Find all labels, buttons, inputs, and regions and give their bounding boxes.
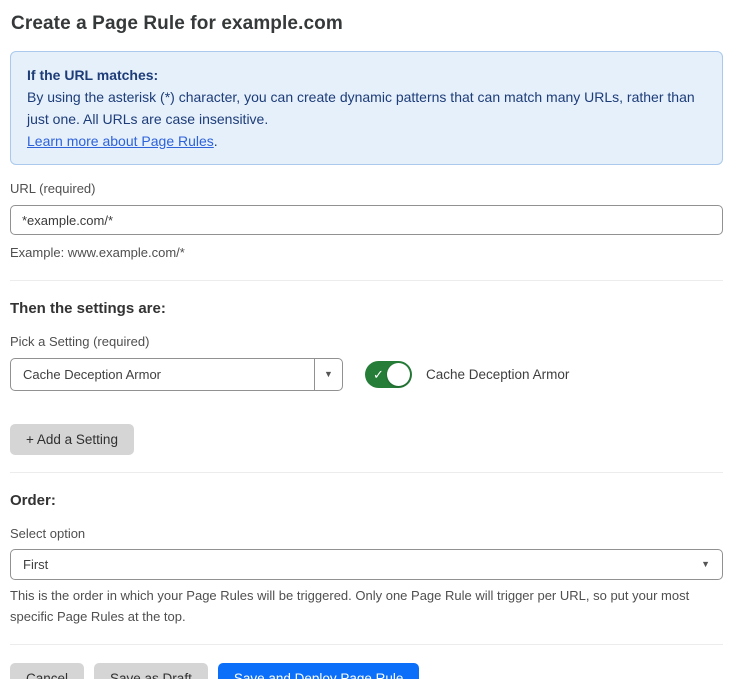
url-match-info-box: If the URL matches: By using the asteris… xyxy=(10,51,723,165)
add-setting-button[interactable]: + Add a Setting xyxy=(10,424,134,455)
check-icon: ✓ xyxy=(373,367,384,382)
setting-dropdown[interactable]: Cache Deception Armor ▼ xyxy=(10,358,343,391)
learn-more-link[interactable]: Learn more about Page Rules xyxy=(27,133,214,149)
url-field-label: URL (required) xyxy=(10,181,723,197)
save-draft-button[interactable]: Save as Draft xyxy=(94,663,208,679)
order-helper-text: This is the order in which your Page Rul… xyxy=(10,585,723,627)
divider xyxy=(10,280,723,281)
url-input[interactable] xyxy=(10,205,723,235)
order-dropdown-value: First xyxy=(11,557,689,572)
info-box-body: By using the asterisk (*) character, you… xyxy=(27,86,706,130)
toggle-knob xyxy=(387,363,410,386)
order-dropdown[interactable]: First ▼ xyxy=(10,549,723,580)
divider xyxy=(10,644,723,645)
pick-setting-label: Pick a Setting (required) xyxy=(10,334,723,350)
setting-toggle[interactable]: ✓ xyxy=(365,361,412,388)
setting-dropdown-value: Cache Deception Armor xyxy=(11,367,314,382)
divider xyxy=(10,472,723,473)
page-title: Create a Page Rule for example.com xyxy=(10,12,723,35)
footer-actions: Cancel Save as Draft Save and Deploy Pag… xyxy=(10,663,723,679)
settings-section-heading: Then the settings are: xyxy=(10,300,723,318)
setting-toggle-label: Cache Deception Armor xyxy=(426,367,569,382)
order-select-label: Select option xyxy=(10,526,723,542)
cancel-button[interactable]: Cancel xyxy=(10,663,84,679)
create-page-rule-form: Create a Page Rule for example.com If th… xyxy=(0,0,750,679)
setting-row: Cache Deception Armor ▼ ✓ Cache Deceptio… xyxy=(10,358,723,391)
info-box-link-line: Learn more about Page Rules. xyxy=(27,130,706,152)
info-box-heading: If the URL matches: xyxy=(27,64,706,86)
save-deploy-button[interactable]: Save and Deploy Page Rule xyxy=(218,663,420,679)
chevron-down-icon: ▼ xyxy=(689,560,722,569)
chevron-down-icon: ▼ xyxy=(324,370,333,379)
setting-dropdown-arrow-button[interactable]: ▼ xyxy=(314,359,342,390)
url-example-helper: Example: www.example.com/* xyxy=(10,242,723,263)
learn-more-period: . xyxy=(214,133,218,149)
order-section-heading: Order: xyxy=(10,492,723,510)
